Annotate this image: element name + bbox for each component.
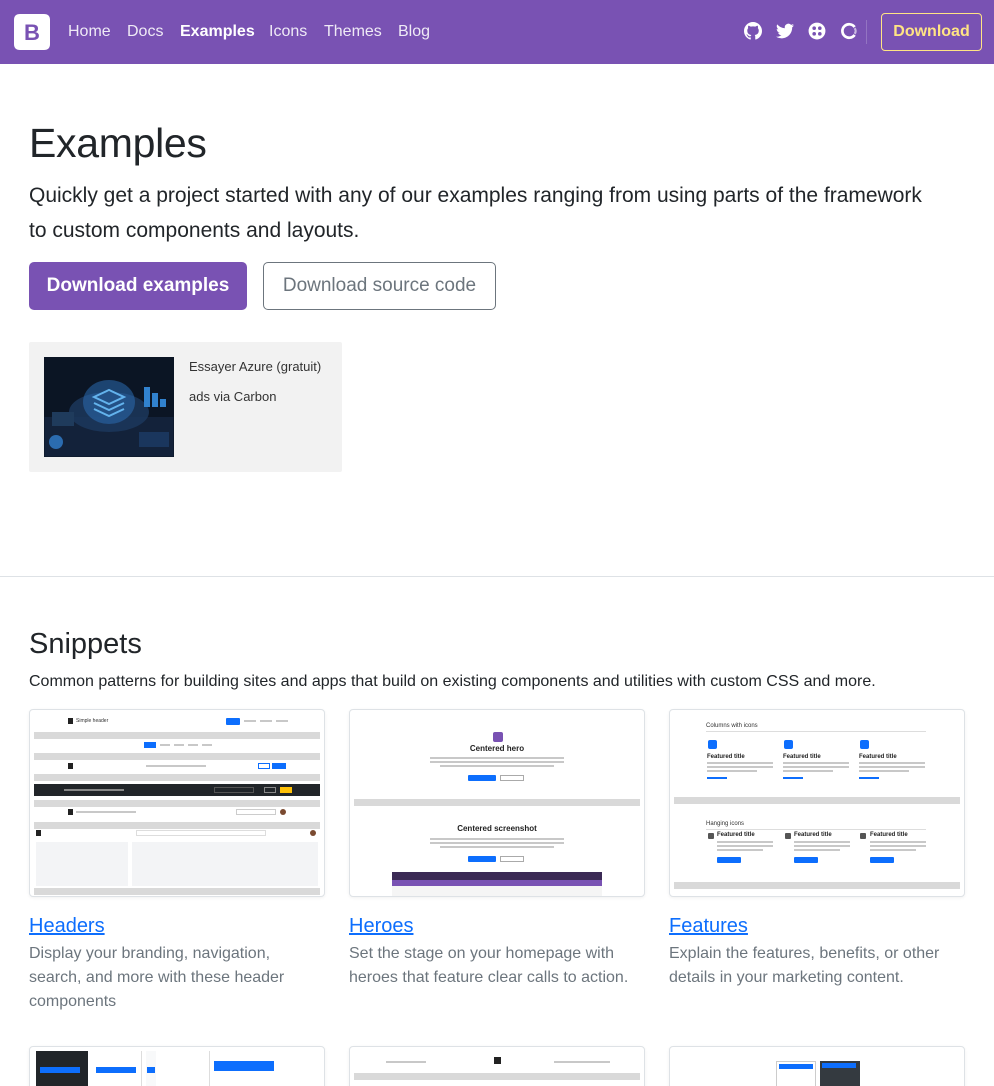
snippets-title: Snippets: [29, 628, 142, 660]
download-button[interactable]: Download: [881, 13, 982, 51]
mini-featured-title: Featured title: [783, 754, 821, 760]
mini-hanging-icons: Hanging icons: [706, 821, 745, 827]
mini-centered-screenshot: Centered screenshot: [457, 824, 537, 833]
opencollective-icon[interactable]: [808, 22, 826, 40]
headers-description: Display your branding, navigation, searc…: [29, 945, 285, 1010]
mini-featured-title: Featured title: [859, 754, 897, 760]
nav-icons[interactable]: Icons: [269, 21, 307, 43]
features-thumbnail[interactable]: Columns with icons Featured title Featur…: [669, 709, 965, 897]
mini-featured-title: Featured title: [870, 832, 908, 838]
mini-featured-title: Featured title: [707, 754, 745, 760]
nav-blog[interactable]: Blog: [398, 21, 430, 43]
headers-link[interactable]: Headers: [29, 913, 105, 939]
page-lead: Quickly get a project started with any o…: [29, 184, 922, 242]
mini-featured-title: Featured title: [794, 832, 832, 838]
dropdowns-thumbnail[interactable]: [669, 1046, 965, 1086]
nav-themes[interactable]: Themes: [324, 21, 382, 43]
svg-text:B: B: [24, 20, 40, 45]
download-source-button[interactable]: Download source code: [263, 262, 496, 310]
features-description: Explain the features, benefits, or other…: [669, 945, 940, 986]
nav-examples[interactable]: Examples: [180, 21, 255, 43]
twitter-icon[interactable]: [776, 22, 794, 40]
download-examples-button[interactable]: Download examples: [29, 262, 247, 310]
ad-poweredby[interactable]: ads via Carbon: [189, 387, 276, 406]
snippets-description: Common patterns for building sites and a…: [29, 673, 876, 690]
ad-text[interactable]: Essayer Azure (gratuit): [189, 357, 321, 376]
nav-divider: [866, 20, 867, 44]
heroes-description: Set the stage on your homepage with hero…: [349, 945, 629, 986]
nav-home[interactable]: Home: [68, 21, 111, 43]
mini-columns-with-icons: Columns with icons: [706, 723, 758, 729]
github-icon[interactable]: [744, 22, 762, 40]
heroes-link[interactable]: Heroes: [349, 913, 413, 939]
mini-centered-hero: Centered hero: [469, 744, 525, 753]
slack-icon[interactable]: [840, 22, 858, 40]
mini-featured-title: Featured title: [717, 832, 755, 838]
carbon-ad: Essayer Azure (gratuit) ads via Carbon: [29, 342, 342, 472]
headers-thumbnail[interactable]: Simple header: [29, 709, 325, 897]
heroes-thumbnail[interactable]: Centered hero Centered screenshot: [349, 709, 645, 897]
section-divider: [0, 576, 994, 577]
bootstrap-logo-icon[interactable]: B: [12, 12, 52, 52]
features-link[interactable]: Features: [669, 913, 748, 939]
nav-docs[interactable]: Docs: [127, 21, 163, 43]
footers-thumbnail[interactable]: [349, 1046, 645, 1086]
top-navbar: B Home Docs Examples Icons Themes Blog D…: [0, 0, 994, 64]
ad-image[interactable]: [44, 357, 174, 457]
sidebars-thumbnail[interactable]: [29, 1046, 325, 1086]
mini-brand-text: Simple header: [76, 718, 109, 724]
page-title: Examples: [29, 120, 207, 166]
